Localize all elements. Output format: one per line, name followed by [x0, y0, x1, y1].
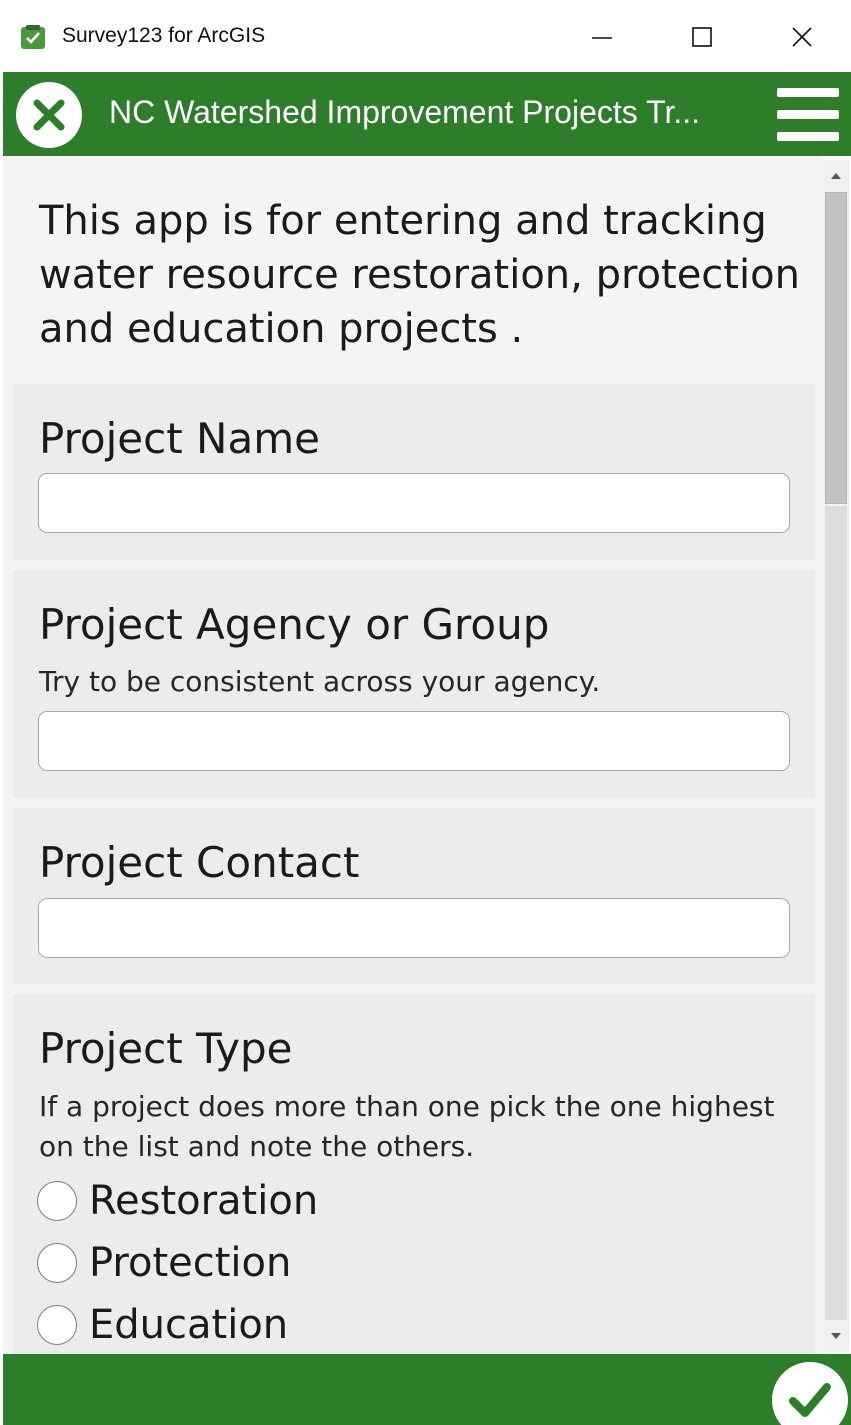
maximize-icon[interactable] [672, 12, 732, 62]
radio-label: Education [89, 1302, 289, 1348]
survey123-icon [20, 24, 46, 50]
close-icon[interactable] [772, 12, 832, 62]
scroll-down-arrow-icon[interactable] [825, 1322, 847, 1350]
question-project-contact: Project Contact [13, 808, 815, 984]
question-project-name: Project Name [13, 384, 815, 560]
project-contact-input[interactable] [38, 898, 790, 958]
radio-button[interactable] [37, 1305, 77, 1345]
project-agency-label: Project Agency or Group [39, 600, 550, 649]
question-project-agency: Project Agency or Group Try to be consis… [13, 570, 815, 798]
minimize-icon[interactable] [572, 12, 632, 62]
app-header: NC Watershed Improvement Projects Tr... [3, 72, 851, 156]
radio-button[interactable] [37, 1243, 77, 1283]
app-footer [3, 1354, 851, 1425]
project-agency-input[interactable] [38, 711, 790, 771]
survey-title: NC Watershed Improvement Projects Tr... [109, 94, 700, 130]
project-name-label: Project Name [39, 414, 320, 463]
form-content: This app is for entering and tracking wa… [3, 156, 823, 1354]
checkmark-circle-icon[interactable] [772, 1362, 848, 1425]
radio-protection[interactable]: Protection [37, 1240, 291, 1286]
scroll-track[interactable] [825, 506, 847, 1320]
radio-label: Protection [89, 1240, 292, 1286]
hamburger-menu-icon[interactable] [777, 86, 839, 142]
project-type-label: Project Type [39, 1024, 293, 1073]
survey-description: This app is for entering and tracking wa… [39, 198, 800, 352]
project-agency-hint: Try to be consistent across your agency. [39, 665, 601, 698]
radio-restoration[interactable]: Restoration [37, 1178, 318, 1224]
radio-button[interactable] [37, 1181, 77, 1221]
project-name-input[interactable] [38, 473, 790, 533]
window-titlebar: Survey123 for ArcGIS [0, 0, 851, 72]
radio-label: Restoration [89, 1178, 319, 1224]
radio-education[interactable]: Education [37, 1302, 288, 1348]
question-project-type: Project Type If a project does more than… [13, 994, 815, 1354]
window-title: Survey123 for ArcGIS [62, 24, 266, 47]
project-contact-label: Project Contact [39, 838, 360, 887]
vertical-scrollbar[interactable] [823, 160, 849, 1352]
scroll-up-arrow-icon[interactable] [825, 162, 847, 190]
project-type-hint: If a project does more than one pick the… [39, 1090, 775, 1163]
scroll-thumb[interactable] [825, 192, 847, 504]
close-circle-icon[interactable] [16, 82, 82, 148]
